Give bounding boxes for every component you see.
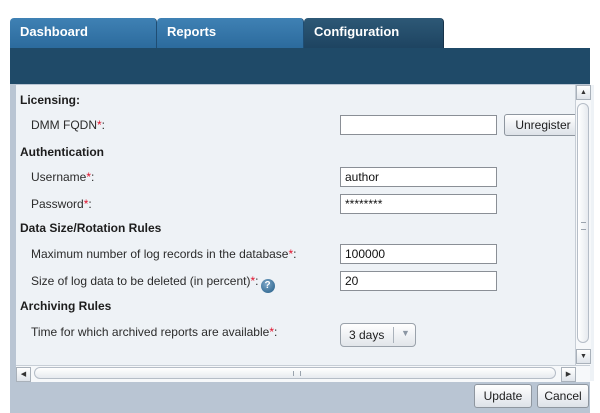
scroll-left-icon[interactable]: ◀: [16, 367, 31, 382]
vertical-scrollbar[interactable]: ▲ ▼: [575, 85, 591, 365]
username-input[interactable]: [340, 167, 497, 187]
vertical-scroll-thumb[interactable]: [577, 103, 589, 343]
dmm-fqdn-label: DMM FQDN*:: [31, 118, 106, 132]
dmm-fqdn-input[interactable]: [340, 115, 497, 135]
username-label: Username*:: [31, 170, 95, 184]
grip-icon: [293, 371, 301, 376]
grip-icon: [581, 222, 586, 230]
select-divider: [393, 327, 394, 343]
help-icon[interactable]: ?: [260, 279, 275, 293]
password-input[interactable]: [340, 194, 497, 214]
configuration-form: Licensing: DMM FQDN*: Unregister Authent…: [16, 85, 582, 365]
horizontal-scroll-thumb[interactable]: [34, 367, 556, 379]
tab-bar: Dashboard Reports Configuration: [10, 12, 590, 49]
configuration-panel: Licensing: DMM FQDN*: Unregister Authent…: [16, 85, 594, 382]
app-window: Dashboard Reports Configuration Licensin…: [10, 12, 594, 413]
scroll-right-icon[interactable]: ▶: [561, 367, 576, 382]
tab-configuration[interactable]: Configuration: [304, 18, 444, 49]
archive-time-select[interactable]: 3 days ▼: [340, 323, 416, 347]
tab-strip: [10, 48, 590, 84]
chevron-down-icon: ▼: [401, 328, 410, 338]
update-button[interactable]: Update: [474, 384, 532, 408]
scroll-down-icon[interactable]: ▼: [576, 349, 591, 364]
archive-time-label: Time for which archived reports are avai…: [31, 325, 278, 339]
unregister-button[interactable]: Unregister: [504, 114, 582, 136]
authentication-heading: Authentication: [20, 145, 104, 159]
archiving-heading: Archiving Rules: [20, 299, 112, 313]
max-records-label: Maximum number of log records in the dat…: [31, 247, 297, 261]
max-records-input[interactable]: [340, 244, 497, 264]
delete-size-input[interactable]: [340, 271, 497, 291]
delete-size-label: Size of log data to be deleted (in perce…: [31, 274, 275, 293]
archive-time-value: 3 days: [349, 328, 385, 342]
cancel-button[interactable]: Cancel: [537, 384, 589, 408]
scroll-up-icon[interactable]: ▲: [576, 85, 591, 100]
data-size-heading: Data Size/Rotation Rules: [20, 221, 162, 235]
password-label: Password*:: [31, 197, 92, 211]
horizontal-scrollbar[interactable]: ◀ ▶: [16, 365, 590, 382]
tab-reports[interactable]: Reports: [157, 18, 304, 49]
tab-dashboard[interactable]: Dashboard: [10, 18, 157, 49]
licensing-heading: Licensing:: [20, 93, 81, 107]
